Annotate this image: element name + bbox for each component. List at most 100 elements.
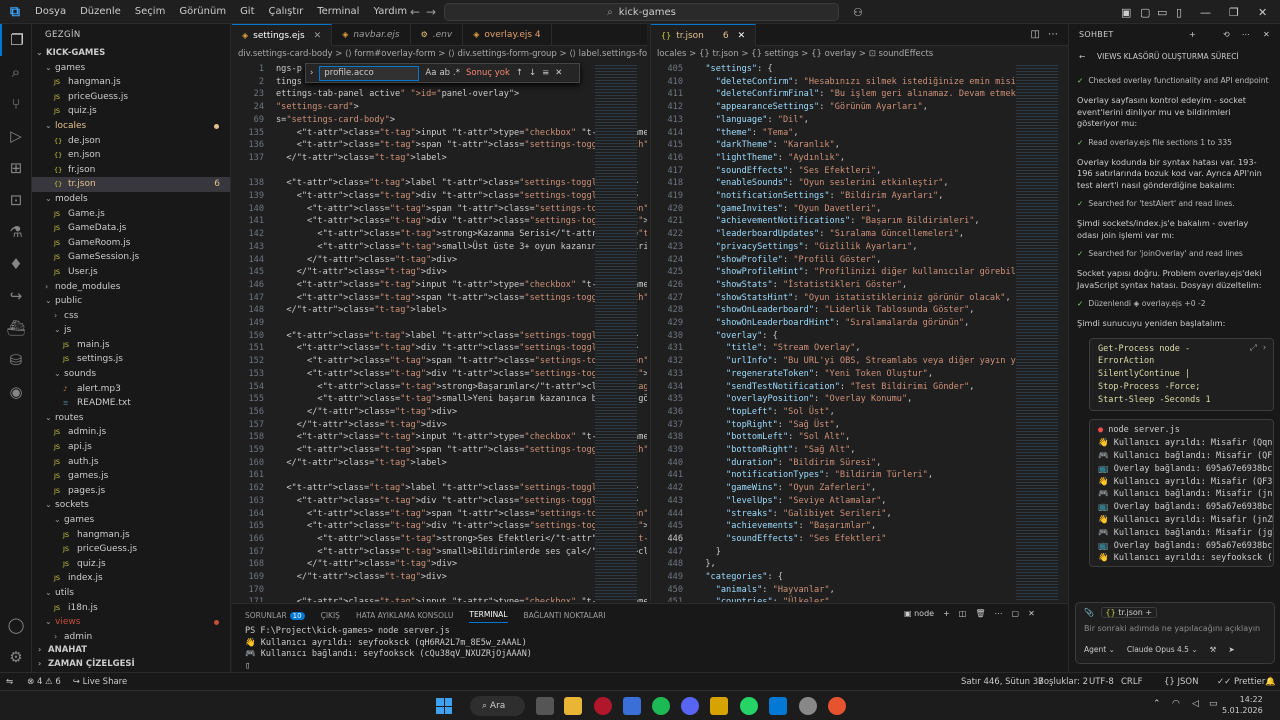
match-case-icon[interactable]: Aa [425,68,436,78]
tab-debug-console[interactable]: HATA AYIKLAMA KONSOLU [356,611,453,620]
remote-icon[interactable]: ⇋ [6,677,13,687]
menu-selection[interactable]: Seçim [128,0,173,24]
close-icon[interactable]: ✕ [1263,24,1270,46]
tab-navbar-ejs[interactable]: ◈ navbar.ejs [332,24,411,46]
source-control-icon[interactable]: ⑂ [0,88,32,120]
podcast-icon[interactable] [828,697,846,715]
chat-tool-step[interactable]: ✓ Searched for 'joinOverlay' and read lin… [1069,249,1280,258]
outline-section[interactable]: › ANAHAT [32,643,230,658]
whatsapp-icon[interactable] [740,697,758,715]
tree-file[interactable]: JS i18n.js [32,601,230,616]
terminal-shell-label[interactable]: ▣ node [904,609,934,618]
tree-file[interactable]: JS settings.js [32,352,230,367]
whole-word-icon[interactable]: ab [439,68,450,78]
breadcrumb[interactable]: locales > {} tr.json > {} settings > {} … [651,46,1068,63]
tree-file[interactable]: JS priceGuess.js [32,542,230,557]
find-input[interactable]: profile.acco [319,65,420,81]
explorer-root[interactable]: ⌄ KICK-GAMES [32,46,230,61]
vscode-taskbar-icon[interactable] [769,697,787,715]
tree-folder[interactable]: › node_modules [32,280,230,295]
database-icon[interactable]: ⛁ [0,344,32,376]
history-icon[interactable]: ⟲ [1223,24,1230,46]
tree-folder[interactable]: ⌄ public [32,294,230,309]
terminal-output[interactable]: PS F:\Project\kick-games> node server.js… [232,626,1068,672]
tree-file[interactable]: JS main.js [32,338,230,353]
tree-file[interactable]: ≡ README.txt [32,396,230,411]
toggle-panel-icon[interactable]: ▭ [1157,0,1167,24]
tab-tr-json[interactable]: {} tr.json 6 ✕ [651,24,757,46]
tree-folder[interactable]: ⌄ routes [32,411,230,426]
wifi-icon[interactable]: ◠ [1172,699,1180,709]
previous-match-icon[interactable]: ↑ [516,68,523,78]
tree-folder[interactable]: ⌄ sounds [32,367,230,382]
command-center-search[interactable]: ⌕ kick-games [444,3,839,21]
find-in-selection-icon[interactable]: ≡ [542,68,549,78]
notifications-icon[interactable]: 🔔 [1265,677,1276,687]
attach-icon[interactable]: 📎 [1084,608,1094,617]
opera-icon[interactable] [594,697,612,715]
tab-problems[interactable]: SORUNLAR 10 [245,611,305,620]
battery-icon[interactable]: ▭ [1209,699,1218,709]
tab-ports[interactable]: BAĞLANTI NOKTALARI [524,611,606,620]
file-explorer-icon[interactable] [564,697,582,715]
more-icon[interactable]: ⋯ [995,609,1003,618]
tree-file[interactable]: JS hangman.js [32,528,230,543]
tree-file[interactable]: {} fr.json [32,163,230,178]
tree-folder[interactable]: ⌄ js [32,323,230,338]
volume-icon[interactable]: ◁ [1192,699,1199,709]
chevron-right-icon[interactable]: › [310,68,313,78]
task-view-icon[interactable] [536,697,554,715]
tree-file[interactable]: JS quiz.js [32,104,230,119]
next-match-icon[interactable]: ↓ [529,68,536,78]
chat-tool-step[interactable]: ✓ Düzenlendi ◈ overlay.ejs +0 -2 [1069,299,1280,308]
explorer-icon[interactable]: ❐ [0,24,32,56]
clock[interactable]: 14:22 5.01.2026 [1222,694,1263,716]
new-terminal-icon[interactable]: + [943,609,950,618]
tab-overlay-ejs[interactable]: ◈ overlay.ejs 4 [463,24,552,46]
tree-file[interactable]: {} en.json [32,148,230,163]
docker-icon[interactable]: ⛴ [0,312,32,344]
mongodb-icon[interactable]: ♦ [0,248,32,280]
minimap-left[interactable] [595,63,637,602]
tree-file[interactable]: JS priceGuess.js [32,90,230,105]
menu-view[interactable]: Görünüm [172,0,233,24]
split-terminal-icon[interactable]: ◫ [959,609,967,618]
menu-edit[interactable]: Düzenle [73,0,128,24]
maximize-panel-icon[interactable]: ▢ [1012,609,1020,618]
tree-file[interactable]: ♪ alert.mp3 [32,382,230,397]
tree-folder[interactable]: ⌄ sockets [32,498,230,513]
settings-gear-icon[interactable]: ⚙ [0,641,32,673]
copilot-icon[interactable]: ⚇ [853,0,863,24]
tree-file[interactable]: JS pages.js [32,484,230,499]
tree-folder[interactable]: ⌄ games [32,61,230,76]
regex-icon[interactable]: .* [453,68,460,78]
tree-folder[interactable]: › css [32,309,230,324]
menu-help[interactable]: Yardım [366,0,414,24]
cursor-position[interactable]: Satır 446, Sütun 37 [961,677,1044,687]
new-chat-icon[interactable]: + [1189,24,1196,46]
breadcrumb[interactable]: div.settings-card-body > ⟨⟩ form#overlay… [232,46,647,63]
tree-file[interactable]: {} de.json [32,134,230,149]
problems-status[interactable]: ⊗ 4 ⚠ 6 [27,677,61,687]
taskbar-search[interactable]: ⌕ Ara [470,696,525,716]
tree-file[interactable]: JS hangman.js [32,75,230,90]
expand-icon[interactable]: ⤢ › [1250,342,1267,355]
tree-file[interactable]: JS User.js [32,265,230,280]
close-panel-icon[interactable]: ✕ [1028,609,1035,618]
more-actions-icon[interactable]: ⋯ [1048,29,1058,40]
spotify-icon[interactable] [652,697,670,715]
tools-icon[interactable]: ⚒ [1210,645,1217,654]
tree-file[interactable]: JS GameData.js [32,221,230,236]
mode-select[interactable]: Agent ⌄ [1084,645,1115,654]
menu-file[interactable]: Dosya [28,0,73,24]
indentation[interactable]: Boşluklar: 2 [1038,677,1088,687]
more-icon[interactable]: ⋯ [1242,24,1250,46]
tree-file[interactable]: JS Game.js [32,207,230,222]
live-share-icon[interactable]: ↪ [0,280,32,312]
github-icon[interactable]: ◉ [0,376,32,408]
tree-file[interactable]: JS admin.js [32,425,230,440]
tree-file[interactable]: JS auth.js [32,455,230,470]
tree-file[interactable]: {} tr.json 6 [32,177,230,192]
tree-file[interactable]: JS games.js [32,469,230,484]
tree-folder[interactable]: ⌄ games [32,513,230,528]
